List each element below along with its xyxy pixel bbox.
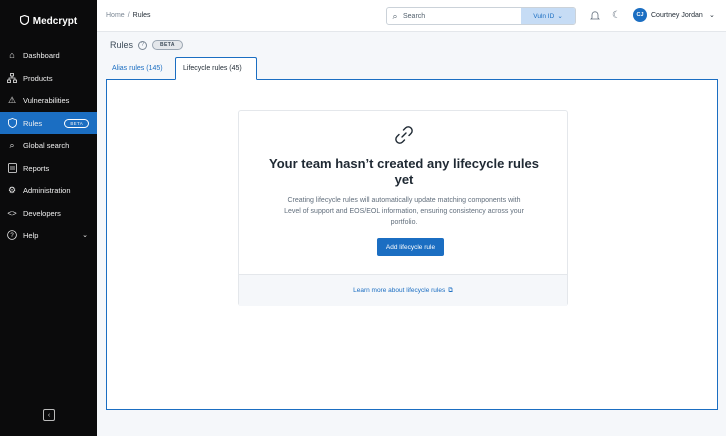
sidebar-item-label: Administration bbox=[23, 185, 71, 195]
page-title-text: Rules bbox=[110, 40, 134, 50]
breadcrumb-separator: / bbox=[127, 12, 130, 19]
sidebar-item-products[interactable]: Products bbox=[0, 67, 97, 89]
chevron-down-icon: ⌄ bbox=[557, 13, 563, 20]
search-scope-select[interactable]: Vuln ID ⌄ bbox=[521, 8, 575, 24]
empty-state-title: Your team hasn’t created any lifecycle r… bbox=[269, 156, 539, 187]
learn-more-link[interactable]: Learn more about lifecycle rules bbox=[353, 287, 445, 294]
breadcrumb-home[interactable]: Home bbox=[106, 12, 125, 19]
page-title: Rules ? BETA bbox=[110, 40, 183, 50]
user-name[interactable]: Courtney Jordan bbox=[651, 12, 703, 19]
home-icon: ⌂ bbox=[9, 50, 15, 60]
sidebar-item-label: Developers bbox=[23, 208, 61, 218]
breadcrumb-current: Rules bbox=[132, 12, 151, 19]
shield-icon bbox=[19, 14, 29, 28]
beta-badge: BETA bbox=[64, 118, 89, 128]
sidebar-item-administration[interactable]: ⚙ Administration bbox=[0, 179, 97, 201]
sidebar-collapse-button[interactable]: ‹ bbox=[43, 409, 55, 421]
search-icon: ⌕ bbox=[9, 139, 15, 150]
tab-alias-rules[interactable]: Alias rules (145) bbox=[105, 57, 170, 80]
top-header: Home / Rules ⌕ Search Vuln ID ⌄ ☾ CJ Court… bbox=[97, 0, 726, 32]
svg-text:?: ? bbox=[10, 233, 14, 239]
sidebar-item-help[interactable]: ? Help ⌄ bbox=[0, 224, 97, 246]
code-icon: <> bbox=[7, 208, 17, 218]
sidebar-item-global-search[interactable]: ⌕ Global search bbox=[0, 134, 97, 156]
global-search-bar: ⌕ Search Vuln ID ⌄ bbox=[386, 7, 576, 25]
sidebar-item-dashboard[interactable]: ⌂ Dashboard bbox=[0, 44, 97, 66]
tab-lifecycle-rules[interactable]: Lifecycle rules (45) bbox=[175, 57, 257, 80]
report-icon bbox=[7, 163, 17, 173]
sidebar-item-label: Reports bbox=[23, 163, 50, 173]
sidebar-item-developers[interactable]: <> Developers bbox=[0, 202, 97, 224]
search-input[interactable]: Search bbox=[403, 13, 521, 20]
gear-icon: ⚙ bbox=[7, 184, 17, 195]
sidebar-item-label: Vulnerabilities bbox=[23, 95, 70, 105]
search-scope-label: Vuln ID bbox=[533, 12, 555, 20]
empty-state-description: Creating lifecycle rules will automatica… bbox=[284, 197, 524, 226]
chevron-down-icon[interactable]: ⌄ bbox=[709, 11, 715, 19]
sidebar-item-label: Dashboard bbox=[23, 50, 60, 60]
empty-state-card: Your team hasn’t created any lifecycle r… bbox=[238, 110, 568, 306]
chevron-down-icon: ⌄ bbox=[82, 232, 88, 239]
notifications-icon[interactable] bbox=[590, 10, 600, 24]
chevron-left-icon: ‹ bbox=[47, 411, 51, 419]
sidebar-item-reports[interactable]: Reports bbox=[0, 157, 97, 179]
avatar[interactable]: CJ bbox=[633, 8, 647, 22]
learn-more-footer: Learn more about lifecycle rules ⧉ bbox=[239, 274, 567, 306]
breadcrumb: Home / Rules bbox=[106, 12, 151, 19]
warning-icon: ⚠ bbox=[7, 94, 17, 105]
sidebar-item-label: Products bbox=[23, 73, 53, 83]
app-logo[interactable]: Medcrypt bbox=[0, 0, 97, 42]
help-icon[interactable]: ? bbox=[138, 40, 148, 50]
sidebar-item-label: Global search bbox=[23, 140, 70, 150]
help-icon: ? bbox=[7, 230, 17, 240]
search-icon: ⌕ bbox=[392, 10, 398, 21]
sidebar-item-rules[interactable]: Rules BETA bbox=[0, 112, 97, 134]
external-link-icon: ⧉ bbox=[448, 286, 453, 294]
sidebar-item-vulnerabilities[interactable]: ⚠ Vulnerabilities bbox=[0, 89, 97, 111]
app-name: Medcrypt bbox=[32, 15, 78, 27]
dark-mode-icon[interactable]: ☾ bbox=[612, 10, 621, 21]
sidebar-item-label: Rules bbox=[23, 118, 43, 128]
link-icon bbox=[239, 123, 569, 153]
beta-badge: BETA bbox=[152, 40, 183, 50]
sidebar-item-label: Help bbox=[23, 230, 39, 240]
hierarchy-icon bbox=[7, 73, 17, 83]
add-lifecycle-rule-button[interactable]: Add lifecycle rule bbox=[377, 238, 444, 256]
sidebar: Medcrypt ⌂ Dashboard Products ⚠ Vulnerab… bbox=[0, 0, 97, 436]
shield-check-icon bbox=[7, 118, 17, 128]
